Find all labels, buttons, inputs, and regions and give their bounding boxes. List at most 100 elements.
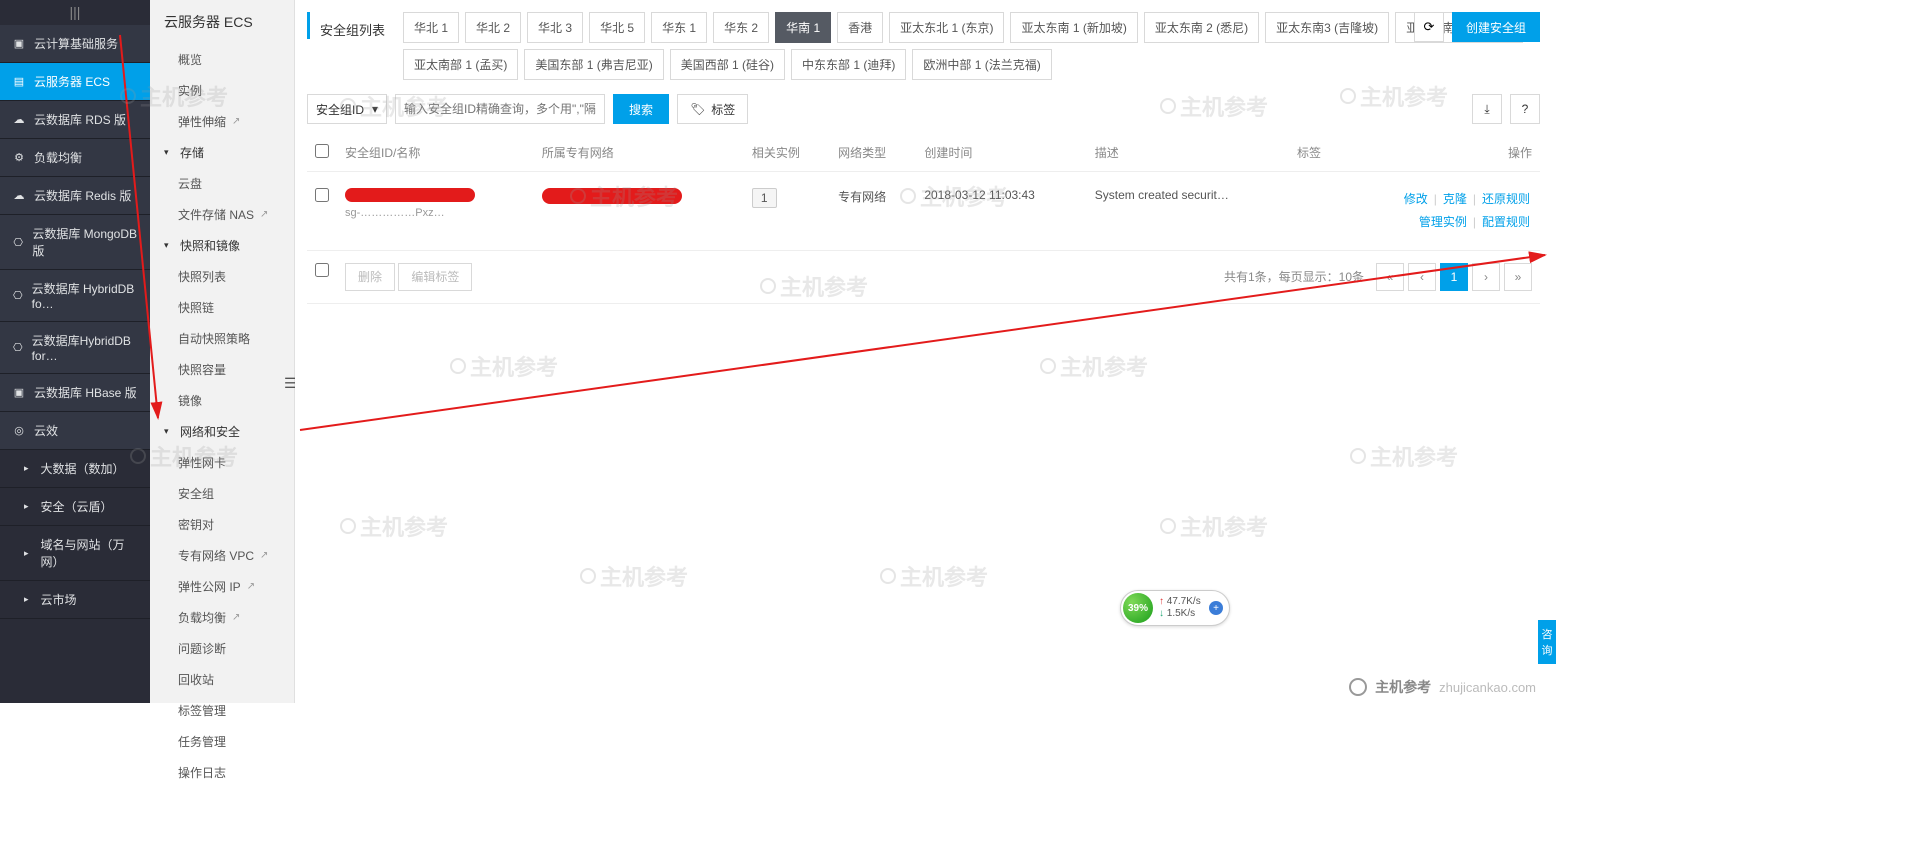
col-net-type: 网络类型 xyxy=(830,134,916,172)
region-tab[interactable]: 美国西部 1 (硅谷) xyxy=(670,49,785,80)
footer-checkbox[interactable] xyxy=(315,263,329,277)
nav-item-19[interactable]: 问题诊断 xyxy=(150,633,294,664)
page-next[interactable]: › xyxy=(1472,263,1500,291)
batch-edit-tag-button[interactable]: 编辑标签 xyxy=(398,263,472,291)
sidebar-item-5[interactable]: ⎔云数据库 MongoDB 版 xyxy=(0,215,150,270)
region-tab[interactable]: 欧洲中部 1 (法兰克福) xyxy=(912,49,1051,80)
refresh-button[interactable]: ⟳ xyxy=(1414,12,1444,42)
region-tab[interactable]: 华东 2 xyxy=(713,12,769,43)
nav-item-7[interactable]: 快照列表 xyxy=(150,261,294,292)
nav-item-1[interactable]: 实例 xyxy=(150,75,294,106)
region-tab[interactable]: 亚太东北 1 (东京) xyxy=(889,12,1004,43)
sidebar-item-4[interactable]: ☁云数据库 Redis 版 xyxy=(0,177,150,215)
op-modify[interactable]: 修改 xyxy=(1404,192,1428,206)
nav-item-0[interactable]: 概览 xyxy=(150,44,294,75)
network-monitor-widget[interactable]: 39% 47.7K/s 1.5K/s + xyxy=(1120,590,1230,626)
row-checkbox[interactable] xyxy=(315,188,329,202)
region-tab[interactable]: 华北 2 xyxy=(465,12,521,43)
service-icon: ◎ xyxy=(12,424,26,437)
col-id-name: 安全组ID/名称 xyxy=(337,134,534,172)
nav-item-4[interactable]: 云盘 xyxy=(150,168,294,199)
service-icon: ▣ xyxy=(12,37,26,50)
nav-item-16[interactable]: 专有网络 VPC↗ xyxy=(150,540,294,571)
region-tab[interactable]: 香港 xyxy=(837,12,883,43)
tag-filter-button[interactable]: 🏷标签 xyxy=(677,94,748,124)
service-icon: ▣ xyxy=(12,386,26,399)
help-icon: ? xyxy=(1522,102,1529,116)
select-all-checkbox[interactable] xyxy=(315,144,329,158)
region-tab[interactable]: 亚太东南 2 (悉尼) xyxy=(1144,12,1259,43)
op-manage-instances[interactable]: 管理实例 xyxy=(1419,215,1467,229)
nav-item-14[interactable]: 安全组 xyxy=(150,478,294,509)
download-speed: 1.5K/s xyxy=(1159,608,1201,620)
region-tab[interactable]: 美国东部 1 (弗吉尼亚) xyxy=(524,49,663,80)
sidebar-item-10[interactable]: ▸大数据（数加） xyxy=(0,450,150,488)
create-security-group-button[interactable]: 创建安全组 xyxy=(1452,12,1540,42)
region-tab[interactable]: 华北 3 xyxy=(527,12,583,43)
nav-item-8[interactable]: 快照链 xyxy=(150,292,294,323)
chevron-right-icon: ▸ xyxy=(24,463,29,474)
filter-input[interactable] xyxy=(395,94,605,124)
sidebar-collapse-toggle[interactable]: ||| xyxy=(0,0,150,25)
sidebar-item-6[interactable]: ⎔云数据库 HybridDB fo… xyxy=(0,270,150,322)
nav-item-10[interactable]: 快照容量 xyxy=(150,354,294,385)
service-icon: ⎔ xyxy=(12,341,24,354)
external-link-icon: ↗ xyxy=(232,116,244,127)
region-tab[interactable]: 亚太东南 1 (新加坡) xyxy=(1010,12,1137,43)
nav-item-17[interactable]: 弹性公网 IP↗ xyxy=(150,571,294,602)
sidebar-item-8[interactable]: ▣云数据库 HBase 版 xyxy=(0,374,150,412)
nav-item-13[interactable]: 弹性网卡 xyxy=(150,447,294,478)
cell-net-type: 专有网络 xyxy=(830,172,916,251)
nav-item-11[interactable]: 镜像 xyxy=(150,385,294,416)
sidebar-item-0[interactable]: ▣云计算基础服务 xyxy=(0,25,150,63)
security-group-table: 安全组ID/名称 所属专有网络 相关实例 网络类型 创建时间 描述 标签 操作 … xyxy=(307,134,1540,304)
nav-item-2[interactable]: 弹性伸缩↗ xyxy=(150,106,294,137)
nav-item-20[interactable]: 回收站 xyxy=(150,664,294,695)
nav-item-21[interactable]: 标签管理 xyxy=(150,695,294,726)
external-link-icon: ↗ xyxy=(247,581,259,592)
col-created: 创建时间 xyxy=(916,134,1086,172)
export-button[interactable]: ⤓ xyxy=(1472,94,1502,124)
region-tab[interactable]: 中东东部 1 (迪拜) xyxy=(791,49,906,80)
sidebar-item-7[interactable]: ⎔云数据库HybridDB for… xyxy=(0,322,150,374)
search-button[interactable]: 搜索 xyxy=(613,94,669,124)
sidebar-item-1[interactable]: ▤云服务器 ECS xyxy=(0,63,150,101)
region-tab[interactable]: 华北 1 xyxy=(403,12,459,43)
service-icon: ⚙ xyxy=(12,151,26,164)
brand-logo-icon xyxy=(1349,678,1367,696)
nav-item-18[interactable]: 负载均衡↗ xyxy=(150,602,294,633)
nav-item-9[interactable]: 自动快照策略 xyxy=(150,323,294,354)
nav-item-3[interactable]: ▾存储 xyxy=(150,137,294,168)
page-first[interactable]: « xyxy=(1376,263,1404,291)
region-tab[interactable]: 华东 1 xyxy=(651,12,707,43)
consult-side-tab[interactable]: 咨询 xyxy=(1538,620,1556,664)
widget-expand-icon[interactable]: + xyxy=(1209,601,1223,615)
op-config-rules[interactable]: 配置规则 xyxy=(1482,215,1530,229)
nav-item-12[interactable]: ▾网络和安全 xyxy=(150,416,294,447)
export-icon: ⤓ xyxy=(1484,102,1489,117)
nav-item-15[interactable]: 密钥对 xyxy=(150,509,294,540)
sidebar-item-9[interactable]: ◎云效 xyxy=(0,412,150,450)
page-last[interactable]: » xyxy=(1504,263,1532,291)
page-1[interactable]: 1 xyxy=(1440,263,1468,291)
region-tab[interactable]: 华北 5 xyxy=(589,12,645,43)
nav-item-6[interactable]: ▾快照和镜像 xyxy=(150,230,294,261)
page-prev[interactable]: ‹ xyxy=(1408,263,1436,291)
sidebar-item-3[interactable]: ⚙负载均衡 xyxy=(0,139,150,177)
region-tab[interactable]: 亚太东南3 (吉隆坡) xyxy=(1265,12,1389,43)
op-restore-rules[interactable]: 还原规则 xyxy=(1482,192,1530,206)
nav-item-23[interactable]: 操作日志 xyxy=(150,757,294,788)
help-button[interactable]: ? xyxy=(1510,94,1540,124)
region-tab[interactable]: 亚太南部 1 (孟买) xyxy=(403,49,518,80)
filter-field-select[interactable]: 安全组ID▾ xyxy=(307,94,387,124)
nav-item-22[interactable]: 任务管理 xyxy=(150,726,294,757)
sidebar-item-2[interactable]: ☁云数据库 RDS 版 xyxy=(0,101,150,139)
batch-delete-button[interactable]: 删除 xyxy=(345,263,395,291)
nav-item-5[interactable]: 文件存储 NAS↗ xyxy=(150,199,294,230)
region-tab[interactable]: 华南 1 xyxy=(775,12,831,43)
sidebar-item-13[interactable]: ▸云市场 xyxy=(0,581,150,619)
op-clone[interactable]: 克隆 xyxy=(1443,192,1467,206)
sidebar-item-11[interactable]: ▸安全（云盾） xyxy=(0,488,150,526)
service-icon: ☁ xyxy=(12,113,26,126)
sidebar-item-12[interactable]: ▸域名与网站（万网） xyxy=(0,526,150,581)
